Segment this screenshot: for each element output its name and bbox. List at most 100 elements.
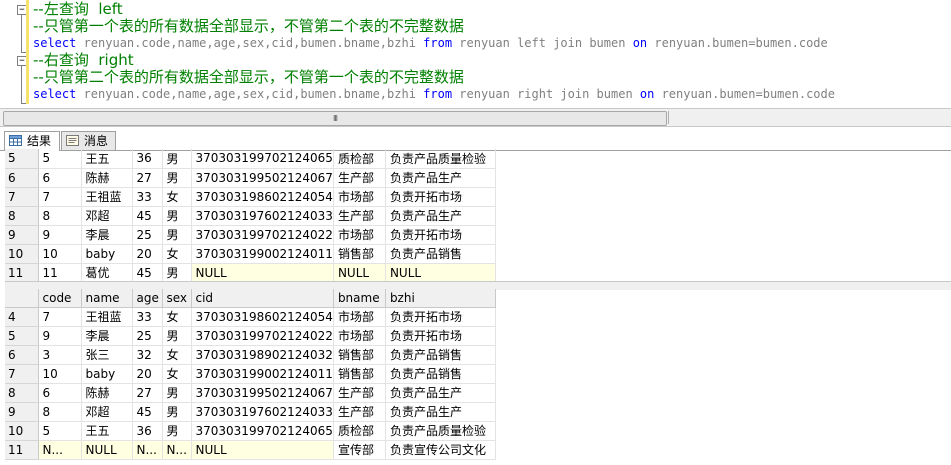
sql-editor[interactable]: − − --左查询 left --只管第一个表的所有数据全部显示，不管第二个表的… (0, 0, 951, 108)
row-number[interactable]: 6 (5, 168, 39, 188)
table-cell[interactable]: 女 (162, 345, 192, 365)
table-cell[interactable]: 负责产品销售 (385, 244, 496, 264)
table-cell[interactable]: 生产部 (333, 168, 386, 188)
table-cell[interactable]: 7 (38, 187, 82, 207)
horizontal-scrollbar-thumb[interactable]: III (3, 111, 667, 126)
table-cell[interactable]: 市场部 (333, 307, 386, 327)
table-cell[interactable]: baby (81, 364, 133, 384)
table-cell[interactable]: 负责产品质量检验 (385, 149, 496, 169)
table-cell[interactable]: NULL (191, 440, 334, 460)
table-cell[interactable]: N... (162, 440, 192, 460)
table-cell[interactable]: 销售部 (333, 364, 386, 384)
result-grid-left-join[interactable]: 5 5 王五 36 男 370303199702124065 质检部 负责产品质量检验 6 6 陈赫… (5, 149, 496, 283)
table-cell[interactable]: 负责产品生产 (385, 168, 496, 188)
table-cell[interactable]: 负责产品销售 (385, 364, 496, 384)
result-grid-right-join[interactable]: code name age sex cid bname bzhi 4 7 王祖蓝 33 女 37030… (5, 289, 496, 460)
table-cell[interactable]: NULL (333, 263, 386, 283)
table-cell[interactable]: 370303199702124022 (191, 326, 334, 346)
table-cell[interactable]: 女 (162, 244, 192, 264)
table-cell[interactable]: 生产部 (333, 206, 386, 226)
column-header[interactable]: cid (191, 289, 334, 308)
table-cell[interactable]: 6 (38, 383, 82, 403)
table-cell[interactable]: 陈赫 (81, 168, 133, 188)
table-cell[interactable]: 男 (162, 263, 192, 283)
table-cell[interactable]: 陈赫 (81, 383, 133, 403)
table-row[interactable]: 11 11 葛优 45 男 NULL NULL NULL (5, 263, 496, 283)
table-cell[interactable]: 27 (132, 383, 163, 403)
table-cell[interactable]: 10 (38, 244, 82, 264)
table-cell[interactable]: 王五 (81, 149, 133, 169)
table-cell[interactable]: 9 (38, 326, 82, 346)
table-cell[interactable]: 5 (38, 421, 82, 441)
table-cell[interactable]: 45 (132, 206, 163, 226)
table-cell[interactable]: 370303197602124033 (191, 402, 334, 422)
row-number[interactable]: 10 (5, 421, 39, 441)
table-cell[interactable]: 370303199702124065 (191, 149, 334, 169)
editor-results-splitter[interactable]: III (0, 108, 951, 127)
row-number[interactable]: 10 (5, 244, 39, 264)
table-cell[interactable]: NULL (191, 263, 334, 283)
table-cell[interactable]: 邓超 (81, 206, 133, 226)
table-cell[interactable]: 王祖蓝 (81, 187, 133, 207)
table-cell[interactable]: 销售部 (333, 244, 386, 264)
table-cell[interactable]: 5 (38, 149, 82, 169)
table-cell[interactable]: 9 (38, 225, 82, 245)
table-cell[interactable]: 负责产品销售 (385, 345, 496, 365)
table-cell[interactable]: 质检部 (333, 421, 386, 441)
table-cell[interactable]: 男 (162, 168, 192, 188)
table-cell[interactable]: 370303199702124065 (191, 421, 334, 441)
table-cell[interactable]: 370303199002124011 (191, 244, 334, 264)
table-cell[interactable]: NULL (385, 263, 496, 283)
table-row[interactable]: 7 7 王祖蓝 33 女 370303198602124054 市场部 负责开拓市场 (5, 187, 496, 207)
column-header[interactable]: sex (162, 289, 192, 308)
row-number[interactable]: 11 (5, 440, 39, 460)
table-cell[interactable]: 370303197602124033 (191, 206, 334, 226)
table-cell[interactable]: 负责开拓市场 (385, 187, 496, 207)
row-number[interactable]: 7 (5, 364, 39, 384)
table-cell[interactable]: 男 (162, 326, 192, 346)
table-cell[interactable]: 370303199502124067 (191, 383, 334, 403)
table-cell[interactable]: 王五 (81, 421, 133, 441)
table-cell[interactable]: 45 (132, 402, 163, 422)
table-cell[interactable]: NULL (81, 440, 133, 460)
table-cell[interactable]: 20 (132, 364, 163, 384)
table-cell[interactable]: 负责产品生产 (385, 206, 496, 226)
table-cell[interactable]: 370303198902124032 (191, 345, 334, 365)
column-header[interactable]: name (81, 289, 133, 308)
table-cell[interactable]: 27 (132, 168, 163, 188)
table-cell[interactable]: 370303199502124067 (191, 168, 334, 188)
table-row[interactable]: 10 10 baby 20 女 370303199002124011 销售部 负责产品销售 (5, 244, 496, 264)
table-cell[interactable]: 男 (162, 383, 192, 403)
table-cell[interactable]: 女 (162, 187, 192, 207)
select-all-corner[interactable] (5, 289, 39, 308)
row-number[interactable]: 8 (5, 206, 39, 226)
table-cell[interactable]: 女 (162, 307, 192, 327)
table-cell[interactable]: 负责产品生产 (385, 402, 496, 422)
table-cell[interactable]: 负责开拓市场 (385, 307, 496, 327)
table-cell[interactable]: 市场部 (333, 225, 386, 245)
table-row[interactable]: 7 10 baby 20 女 370303199002124011 销售部 负责产品销售 (5, 364, 496, 384)
table-cell[interactable]: 36 (132, 421, 163, 441)
table-cell[interactable]: 25 (132, 225, 163, 245)
table-cell[interactable]: 45 (132, 263, 163, 283)
table-cell[interactable]: 20 (132, 244, 163, 264)
row-number[interactable]: 5 (5, 149, 39, 169)
table-cell[interactable]: 370303198602124054 (191, 187, 334, 207)
column-header[interactable]: bname (333, 289, 386, 308)
table-cell[interactable]: 王祖蓝 (81, 307, 133, 327)
table-cell[interactable]: baby (81, 244, 133, 264)
table-cell[interactable]: 男 (162, 225, 192, 245)
table-row[interactable]: 8 6 陈赫 27 男 370303199502124067 生产部 负责产品生产 (5, 383, 496, 403)
table-cell[interactable]: 7 (38, 307, 82, 327)
table-cell[interactable]: 负责开拓市场 (385, 326, 496, 346)
table-cell[interactable]: 生产部 (333, 402, 386, 422)
table-cell[interactable]: 负责宣传公司文化 (385, 440, 496, 460)
table-cell[interactable]: 李晨 (81, 225, 133, 245)
table-row[interactable]: 4 7 王祖蓝 33 女 370303198602124054 市场部 负责开拓市场 (5, 307, 496, 327)
table-cell[interactable]: N... (132, 440, 163, 460)
table-cell[interactable]: 370303198602124054 (191, 307, 334, 327)
table-row[interactable]: 5 9 李晨 25 男 370303199702124022 市场部 负责开拓市场 (5, 326, 496, 346)
table-cell[interactable]: 市场部 (333, 326, 386, 346)
row-number[interactable]: 5 (5, 326, 39, 346)
tab-messages[interactable]: 消息 (61, 131, 116, 150)
